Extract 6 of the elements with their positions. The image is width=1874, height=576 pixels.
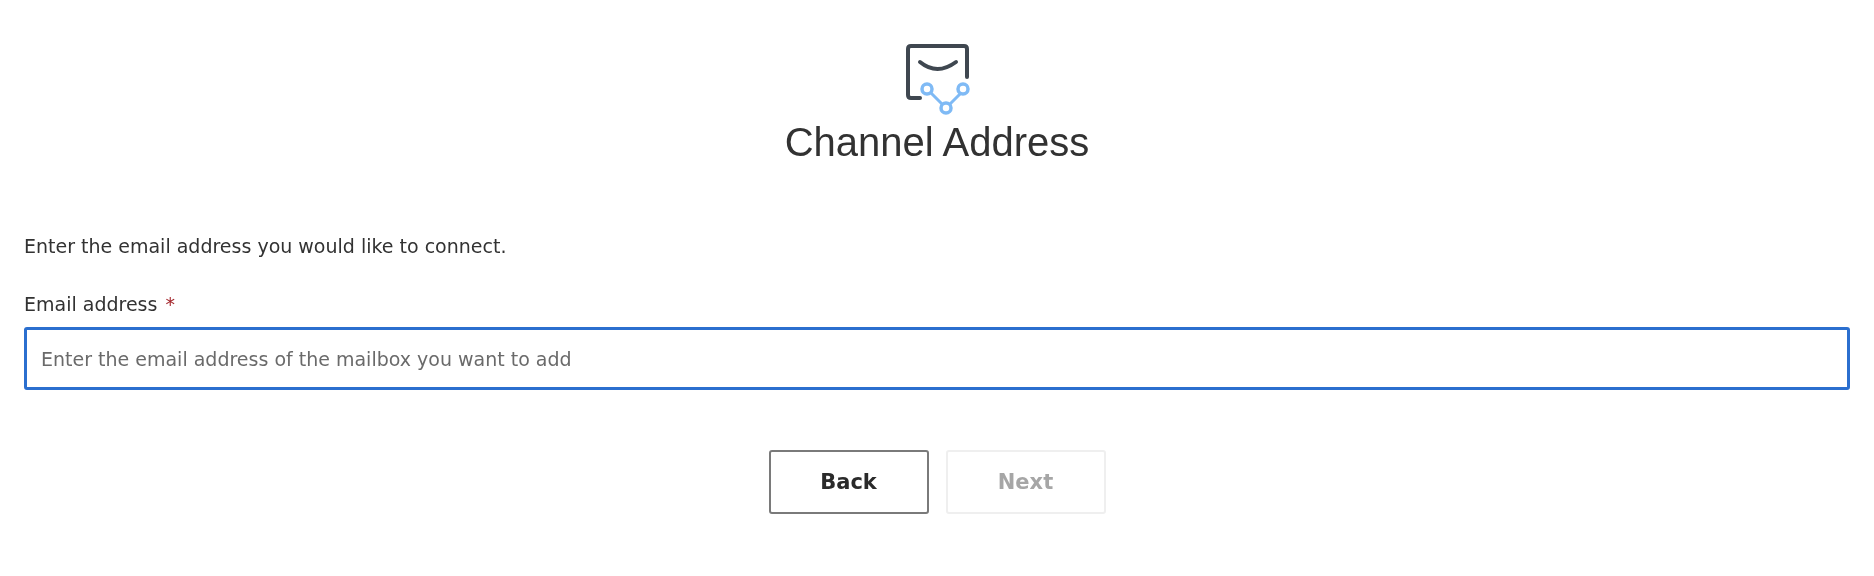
page-title: Channel Address: [784, 120, 1090, 165]
email-input-field[interactable]: Enter the email address of the mailbox you want to add: [24, 327, 1850, 390]
action-button[interactable]: Back: [768, 450, 929, 514]
instruction-text: Enter the email address you would like to connect.: [24, 235, 508, 257]
field-label: Email address: [24, 293, 158, 315]
required-mark: *: [165, 293, 175, 315]
